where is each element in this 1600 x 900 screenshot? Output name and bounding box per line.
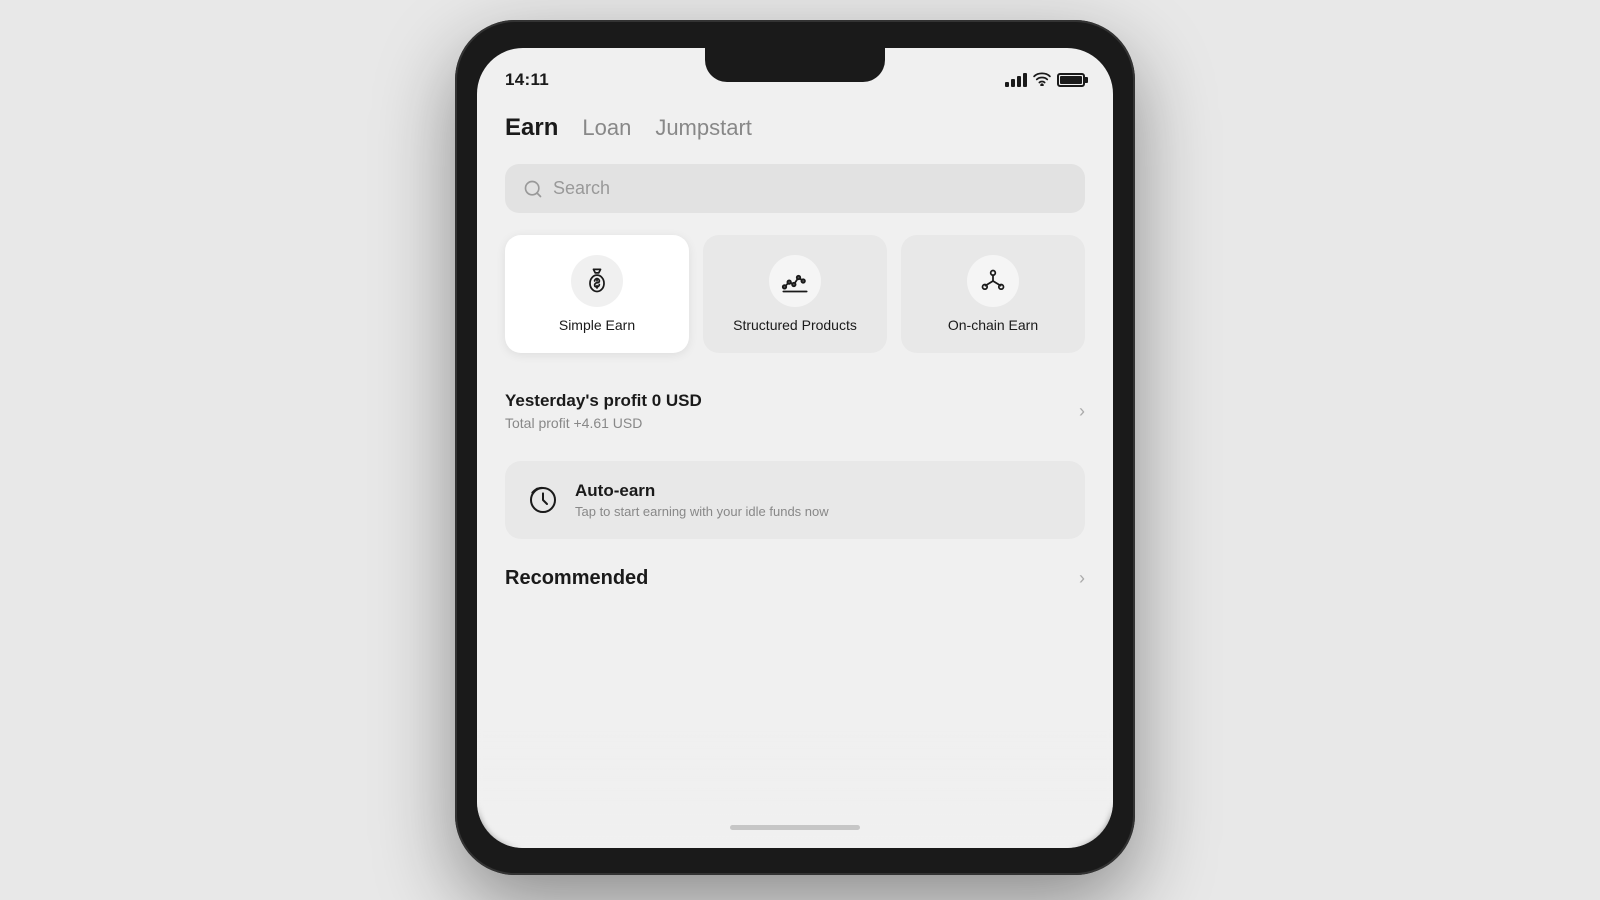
- notch: [705, 48, 885, 82]
- nav-tabs: Earn Loan Jumpstart: [505, 106, 1085, 146]
- home-indicator: [730, 825, 860, 830]
- search-bar[interactable]: Search: [505, 164, 1085, 213]
- profit-info: Yesterday's profit 0 USD Total profit +4…: [505, 391, 702, 431]
- profit-title: Yesterday's profit 0 USD: [505, 391, 702, 411]
- profit-section[interactable]: Yesterday's profit 0 USD Total profit +4…: [505, 377, 1085, 445]
- category-cards: Simple Earn: [505, 235, 1085, 353]
- on-chain-earn-label: On-chain Earn: [948, 317, 1038, 333]
- auto-earn-subtitle: Tap to start earning with your idle fund…: [575, 504, 829, 519]
- auto-earn-icon-wrapper: [525, 482, 561, 518]
- status-icons: [1005, 72, 1085, 89]
- money-bag-icon: [583, 267, 611, 295]
- structured-icon-wrapper: [769, 255, 821, 307]
- on-chain-icon-wrapper: [967, 255, 1019, 307]
- recommended-title: Recommended: [505, 567, 648, 590]
- auto-earn-title: Auto-earn: [575, 481, 829, 501]
- phone-wrapper: 14:11: [455, 20, 1145, 880]
- category-card-structured-products[interactable]: Structured Products: [703, 235, 887, 353]
- profit-subtitle: Total profit +4.61 USD: [505, 415, 702, 431]
- phone-frame: 14:11: [455, 20, 1135, 875]
- on-chain-earn-icon: [979, 267, 1007, 295]
- structured-products-icon: [781, 267, 809, 295]
- auto-earn-card[interactable]: Auto-earn Tap to start earning with your…: [505, 461, 1085, 539]
- structured-products-label: Structured Products: [733, 317, 857, 333]
- auto-earn-icon: [527, 484, 559, 516]
- tab-loan[interactable]: Loan: [582, 111, 631, 145]
- wifi-icon: [1033, 72, 1051, 89]
- tab-earn[interactable]: Earn: [505, 110, 558, 146]
- auto-earn-text: Auto-earn Tap to start earning with your…: [575, 481, 829, 519]
- phone-screen: 14:11: [477, 48, 1113, 848]
- category-card-on-chain-earn[interactable]: On-chain Earn: [901, 235, 1085, 353]
- profit-chevron-icon: ›: [1079, 401, 1085, 422]
- battery-icon: [1057, 73, 1085, 87]
- simple-earn-label: Simple Earn: [559, 317, 635, 333]
- category-card-simple-earn[interactable]: Simple Earn: [505, 235, 689, 353]
- simple-earn-icon-wrapper: [571, 255, 623, 307]
- search-placeholder: Search: [553, 178, 610, 199]
- blur-overlay: [477, 728, 1113, 848]
- signal-icon: [1005, 73, 1027, 87]
- status-time: 14:11: [505, 70, 549, 90]
- tab-jumpstart[interactable]: Jumpstart: [655, 111, 752, 145]
- search-icon: [523, 179, 543, 199]
- recommended-section[interactable]: Recommended ›: [505, 567, 1085, 590]
- recommended-chevron-icon: ›: [1079, 568, 1085, 589]
